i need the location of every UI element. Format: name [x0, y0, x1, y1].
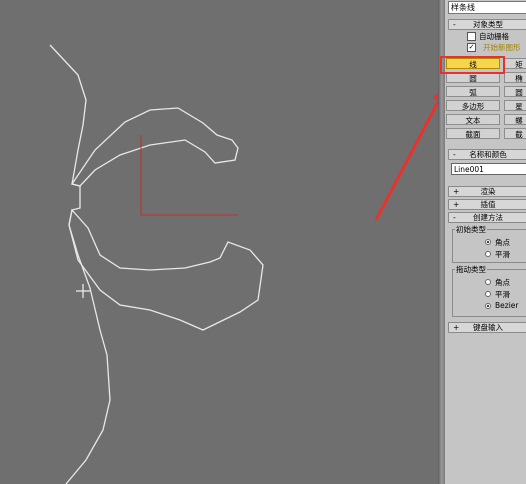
- arc-button[interactable]: 弧: [446, 86, 500, 97]
- initial-smooth-label: 平滑: [495, 250, 510, 259]
- profile-spline[interactable]: [49, 44, 111, 484]
- rollout-rendering[interactable]: + 渲染: [448, 186, 526, 197]
- start-new-shape-label: 开始新图形: [483, 43, 521, 52]
- ngon-button[interactable]: 多边形: [446, 100, 500, 111]
- drag-corner-radio[interactable]: [485, 279, 491, 285]
- auto-grid-label: 自动栅格: [479, 32, 509, 41]
- donut-button[interactable]: 圆: [504, 86, 526, 97]
- text-button[interactable]: 文本: [446, 114, 500, 125]
- drag-bezier-radio[interactable]: [485, 303, 491, 309]
- auto-grid-checkbox[interactable]: [467, 32, 476, 41]
- viewport[interactable]: [0, 0, 438, 484]
- highlight-box: [440, 56, 505, 74]
- initial-type-title: 初始类型: [455, 224, 487, 235]
- drag-type-title: 拖动类型: [455, 264, 487, 275]
- drag-bezier-label: Bezier: [495, 301, 519, 310]
- annotation-arrow: [374, 92, 438, 221]
- rollout-creation-method[interactable]: - 创建方法: [448, 212, 526, 223]
- rectangle-button[interactable]: 矩: [504, 58, 526, 69]
- rollout-object-type[interactable]: - 对象类型: [448, 19, 526, 30]
- crosshair-cursor-icon: [76, 284, 90, 298]
- ellipse-button[interactable]: 椭: [504, 72, 526, 83]
- viewport-canvas[interactable]: [0, 0, 438, 484]
- section-button[interactable]: 截面: [446, 128, 500, 139]
- upper-c-shape[interactable]: [70, 107, 239, 187]
- rollout-interpolation[interactable]: + 插值: [448, 199, 526, 210]
- initial-smooth-radio[interactable]: [485, 251, 491, 257]
- helix-button[interactable]: 螺: [504, 114, 526, 125]
- rollout-name-color[interactable]: - 名称和颜色: [448, 149, 526, 160]
- initial-corner-label: 角点: [495, 238, 510, 247]
- initial-corner-radio[interactable]: [485, 239, 491, 245]
- start-new-shape-checkbox[interactable]: ✓: [467, 43, 476, 52]
- drag-smooth-label: 平滑: [495, 290, 510, 299]
- drag-corner-label: 角点: [495, 278, 510, 287]
- category-field[interactable]: 样条线: [448, 1, 526, 14]
- drag-smooth-radio[interactable]: [485, 291, 491, 297]
- rollout-keyboard-entry[interactable]: + 键盘输入: [448, 322, 526, 333]
- object-name-input[interactable]: Line001: [451, 163, 526, 175]
- lower-c-shape[interactable]: [68, 208, 264, 331]
- section-2-button[interactable]: 截: [504, 128, 526, 139]
- star-button[interactable]: 星: [504, 100, 526, 111]
